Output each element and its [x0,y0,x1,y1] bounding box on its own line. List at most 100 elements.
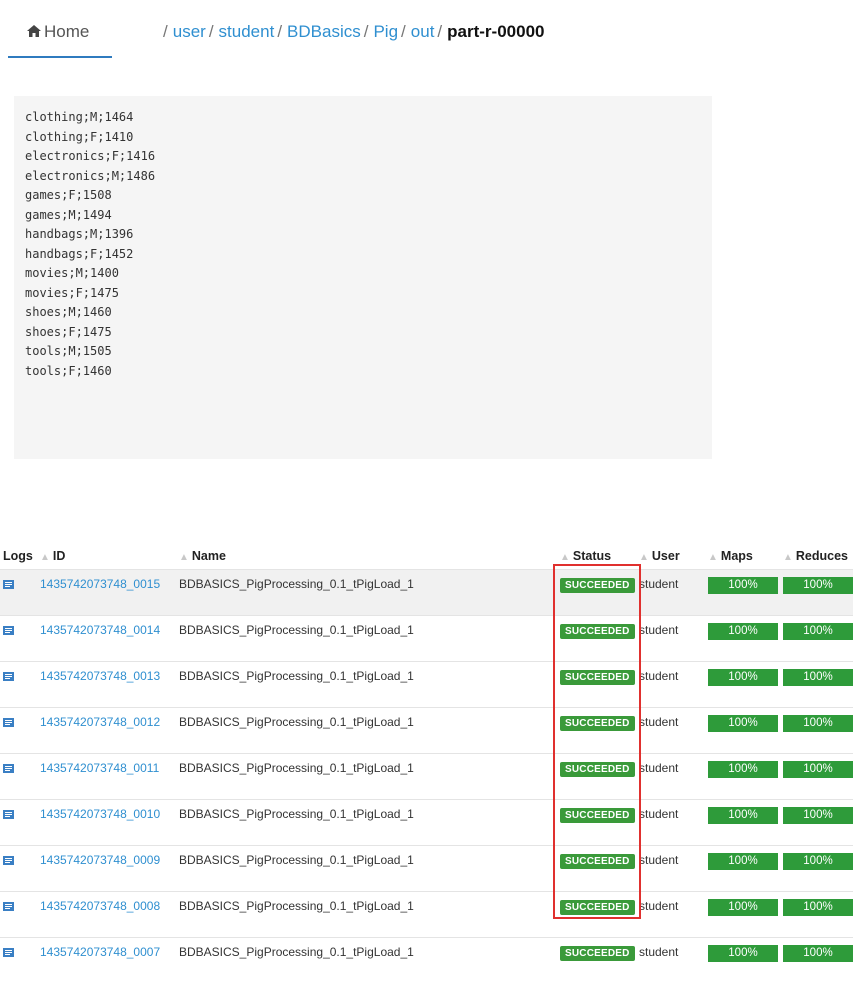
maps-progress-text: 100% [728,671,758,683]
logs-cell[interactable] [0,569,37,616]
table-row[interactable]: 1435742073748_0007 BDBASICS_PigProcessing… [0,937,853,984]
logs-cell[interactable] [0,845,37,892]
reduces-progress-text: 100% [803,855,833,867]
sort-icon: ▲︎ [783,552,793,563]
header-id[interactable]: ▲︎ ID [37,543,176,570]
reduces-progress-bar: 100% [783,761,853,778]
job-id-link[interactable]: 1435742073748_0013 [40,669,160,683]
table-row[interactable]: 1435742073748_0009 BDBASICS_PigProcessing… [0,845,853,892]
reduces-progress-bar: 100% [783,623,853,640]
job-id-link[interactable]: 1435742073748_0009 [40,853,160,867]
home-icon [27,25,41,37]
log-file-icon[interactable] [3,718,14,727]
file-line: games;F;1508 [25,188,112,202]
file-line: shoes;M;1460 [25,305,112,319]
maps-progress-text: 100% [728,809,758,821]
job-name: BDBASICS_PigProcessing_0.1_tPigLoad_1 [179,669,414,683]
maps-progress-text: 100% [728,763,758,775]
logs-cell[interactable] [0,891,37,938]
file-content: clothing;M;1464 clothing;F;1410 electronic… [14,96,712,459]
breadcrumb-separator: / [208,22,214,41]
status-badge: SUCCEEDED [560,578,635,593]
logs-cell[interactable] [0,753,37,800]
status-badge: SUCCEEDED [560,670,635,685]
file-line: tools;M;1505 [25,344,112,358]
job-id-link[interactable]: 1435742073748_0007 [40,945,160,959]
reduces-progress-text: 100% [803,625,833,637]
job-id-link[interactable]: 1435742073748_0011 [40,761,159,775]
job-name: BDBASICS_PigProcessing_0.1_tPigLoad_1 [179,807,414,821]
table-row[interactable]: 1435742073748_0013 BDBASICS_PigProcessing… [0,661,853,708]
log-file-icon[interactable] [3,856,14,865]
status-badge: SUCCEEDED [560,900,635,915]
maps-progress-bar: 100% [708,761,778,778]
log-file-icon[interactable] [3,902,14,911]
table-row[interactable]: 1435742073748_0012 BDBASICS_PigProcessing… [0,707,853,754]
job-id-link[interactable]: 1435742073748_0010 [40,807,160,821]
log-file-icon[interactable] [3,672,14,681]
maps-progress-bar: 100% [708,577,778,594]
header-reduces[interactable]: ▲︎ Reduces [780,543,853,570]
header-maps[interactable]: ▲︎ Maps [705,543,780,570]
jobs-table: Logs ▲︎ ID ▲︎ Name ▲︎ Status ▲︎ User ▲︎ Maps … [0,543,853,984]
header-logs[interactable]: Logs [0,543,37,570]
reduces-progress-text: 100% [803,763,833,775]
logs-cell[interactable] [0,707,37,754]
logs-cell[interactable] [0,799,37,846]
breadcrumb-pig[interactable]: Pig [373,22,398,41]
home-tab[interactable]: Home [8,20,112,58]
table-row[interactable]: 1435742073748_0010 BDBASICS_PigProcessing… [0,799,853,846]
reduces-progress-text: 100% [803,809,833,821]
file-line: handbags;M;1396 [25,227,134,241]
logs-cell[interactable] [0,615,37,662]
breadcrumb-separator: / [437,22,443,41]
maps-progress-bar: 100% [708,715,778,732]
sort-icon: ▲︎ [40,552,50,563]
log-file-icon[interactable] [3,764,14,773]
maps-progress-text: 100% [728,901,758,913]
job-name: BDBASICS_PigProcessing_0.1_tPigLoad_1 [179,899,414,913]
sort-icon: ▲︎ [639,552,649,563]
breadcrumb-separator: / [277,22,283,41]
reduces-progress-bar: 100% [783,807,853,824]
table-row[interactable]: 1435742073748_0011 BDBASICS_PigProcessing… [0,753,853,800]
header-user[interactable]: ▲︎ User [636,543,705,570]
status-badge: SUCCEEDED [560,762,635,777]
log-file-icon[interactable] [3,810,14,819]
breadcrumb-bdbasics[interactable]: BDBasics [287,22,361,41]
table-row[interactable]: 1435742073748_0015 BDBASICS_PigProcessing… [0,569,853,616]
log-file-icon[interactable] [3,580,14,589]
job-id-link[interactable]: 1435742073748_0014 [40,623,160,637]
breadcrumb-student[interactable]: student [219,22,275,41]
log-file-icon[interactable] [3,626,14,635]
job-id-link[interactable]: 1435742073748_0012 [40,715,160,729]
breadcrumb-out[interactable]: out [411,22,435,41]
table-row[interactable]: 1435742073748_0014 BDBASICS_PigProcessing… [0,615,853,662]
file-line: handbags;F;1452 [25,246,134,261]
status-badge: SUCCEEDED [560,854,635,869]
breadcrumb-separator: / [401,22,406,41]
job-id-link[interactable]: 1435742073748_0015 [40,577,160,591]
home-label: Home [44,22,90,41]
logs-cell[interactable] [0,937,37,984]
table-row[interactable]: 1435742073748_0008 BDBASICS_PigProcessing… [0,891,853,938]
header-name[interactable]: ▲︎ Name [176,543,557,570]
file-line: electronics;M;1486 [25,168,156,183]
status-badge: SUCCEEDED [560,808,635,823]
job-user: student [639,761,679,775]
header-status[interactable]: ▲︎ Status [557,543,636,570]
reduces-progress-text: 100% [803,901,833,913]
maps-progress-text: 100% [728,855,758,867]
log-file-icon[interactable] [3,948,14,957]
job-name: BDBASICS_PigProcessing_0.1_tPigLoad_1 [179,577,414,591]
logs-cell[interactable] [0,661,37,708]
job-id-link[interactable]: 1435742073748_0008 [40,899,160,913]
breadcrumb: / user / student / BDBasics / Pig / out / part-r-00… [160,22,544,42]
job-user: student [639,577,679,591]
maps-progress-bar: 100% [708,807,778,824]
maps-progress-bar: 100% [708,899,778,916]
maps-progress-bar: 100% [708,623,778,640]
reduces-progress-bar: 100% [783,715,853,732]
breadcrumb-user[interactable]: user [173,22,206,41]
breadcrumb-current-file: part-r-00000 [447,22,545,41]
